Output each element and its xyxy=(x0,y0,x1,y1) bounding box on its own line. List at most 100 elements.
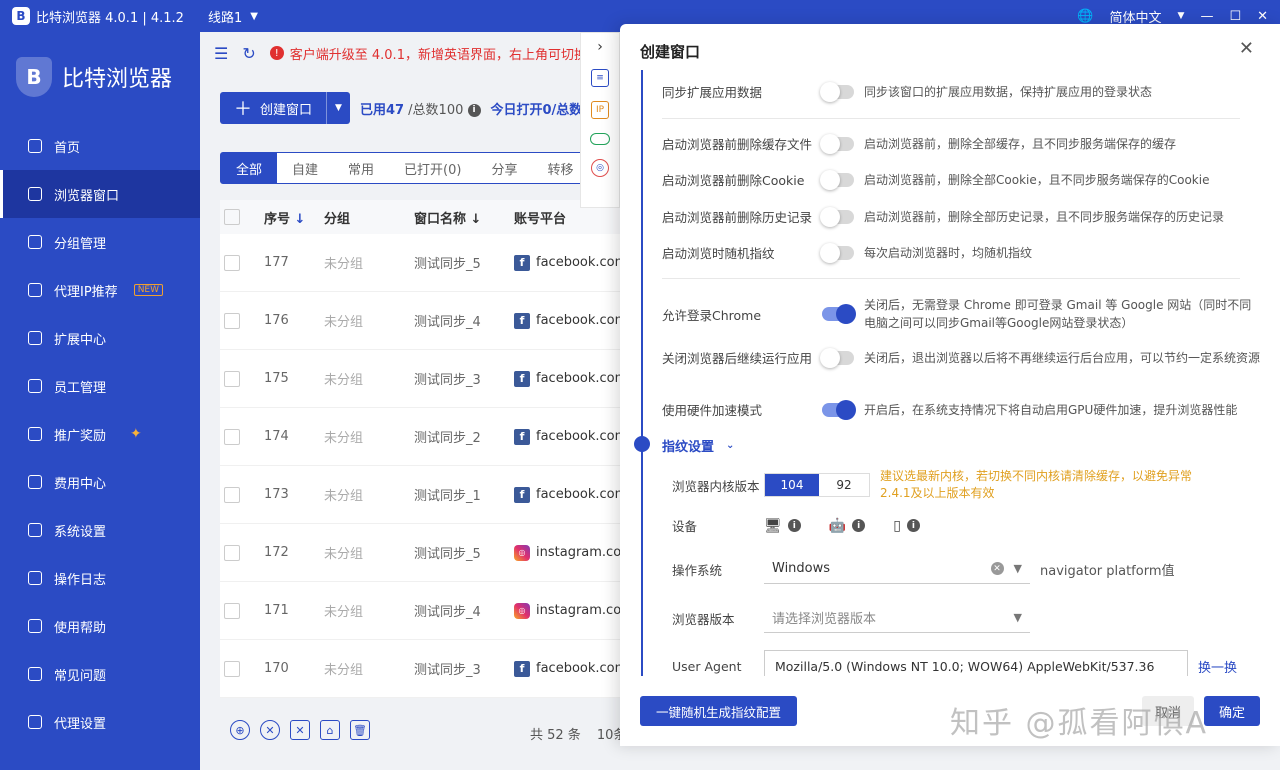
toggle-switch[interactable] xyxy=(820,81,854,102)
sidebar-item-proxy-ip[interactable]: 代理IP推荐 NEW xyxy=(0,266,200,314)
open-icon[interactable]: ⊕ xyxy=(230,720,250,740)
device-ios[interactable]: ▯ i xyxy=(893,518,920,534)
toggle-switch[interactable] xyxy=(820,206,854,227)
tab-common[interactable]: 常用 xyxy=(333,153,389,183)
sidebar-item-proxy-settings[interactable]: 代理设置 xyxy=(0,698,200,746)
create-window-button[interactable]: ＋ 创建窗口 ▼ xyxy=(220,92,350,124)
kernel-label: 浏览器内核版本 xyxy=(672,478,760,494)
row-group: 未分组 xyxy=(324,547,364,562)
chevron-down-icon[interactable]: ▼ xyxy=(1178,11,1185,21)
clear-icon[interactable]: ✕ xyxy=(290,720,310,740)
header-no[interactable]: 序号 ↓ xyxy=(264,208,324,227)
sidebar-item-groups[interactable]: 分组管理 xyxy=(0,218,200,266)
toolbar: ＋创建窗口 ▼ 已用47 /总数100 i 今日打开0/总数10 xyxy=(220,92,600,124)
chevron-right-icon[interactable]: › xyxy=(597,39,603,55)
row-checkbox[interactable] xyxy=(224,486,240,503)
sidebar-item-label: 代理设置 xyxy=(54,716,107,732)
row-checkbox[interactable] xyxy=(224,660,240,677)
toggle-switch[interactable] xyxy=(820,133,854,154)
instagram-icon: ◎ xyxy=(514,602,530,619)
close-icon[interactable]: ✕ xyxy=(1239,38,1254,59)
collapse-menu-icon[interactable]: ☰ xyxy=(214,44,228,63)
chevron-down-icon[interactable]: ▼ xyxy=(326,92,350,124)
user-agent-switch-link[interactable]: 换一换 xyxy=(1198,657,1237,676)
select-all-checkbox[interactable] xyxy=(224,209,240,225)
facebook-icon: f xyxy=(514,312,530,329)
sidebar-item-label: 首页 xyxy=(54,140,81,156)
trash-icon[interactable]: 🗑 xyxy=(350,720,370,740)
close-window-icon[interactable]: ✕ xyxy=(1257,9,1268,24)
toggle-switch[interactable] xyxy=(820,242,854,263)
message-icon[interactable]: ≡ xyxy=(591,69,609,87)
info-icon[interactable]: i xyxy=(467,103,481,117)
device-android[interactable]: 🤖 i xyxy=(829,518,866,534)
chat-icon xyxy=(28,667,42,681)
sidebar-item-help[interactable]: 使用帮助 xyxy=(0,602,200,650)
browser-version-select[interactable]: 请选择浏览器版本 ▼ xyxy=(764,603,1030,633)
sidebar-item-home[interactable]: 首页 xyxy=(0,122,200,170)
sidebar-item-rewards[interactable]: 推广奖励 ✦ xyxy=(0,410,200,458)
info-icon: i xyxy=(787,519,801,532)
row-no: 175 xyxy=(264,371,289,386)
kernel-version-field: 浏览器内核版本 104 92 建议选最新内核，若切换不同内核请清除缓存，以避免异… xyxy=(672,468,1192,502)
tab-shared[interactable]: 分享 xyxy=(476,153,532,183)
chevron-down-icon[interactable]: ▼ xyxy=(1014,562,1022,575)
create-window-label: 创建窗口 xyxy=(260,102,313,118)
row-group: 未分组 xyxy=(324,663,364,678)
toggle-switch[interactable] xyxy=(820,169,854,190)
row-checkbox[interactable] xyxy=(224,544,240,561)
tab-opened[interactable]: 已打开(0) xyxy=(389,153,476,183)
kernel-option-104[interactable]: 104 xyxy=(765,474,819,496)
sidebar-item-settings[interactable]: 系统设置 xyxy=(0,506,200,554)
sidebar-item-billing[interactable]: 费用中心 xyxy=(0,458,200,506)
sidebar-item-faq[interactable]: 常见问题 xyxy=(0,650,200,698)
generate-fingerprint-button[interactable]: 一键随机生成指纹配置 xyxy=(640,696,798,726)
row-checkbox[interactable] xyxy=(224,428,240,445)
sidebar-item-extensions[interactable]: 扩展中心 xyxy=(0,314,200,362)
route-selector[interactable]: 线路1 xyxy=(208,7,242,26)
tab-self-built[interactable]: 自建 xyxy=(277,153,333,183)
sidebar-item-browser-windows[interactable]: 浏览器窗口 xyxy=(0,170,200,218)
setting-clear-history: 启动浏览器前删除历史记录 启动浏览器前，删除全部历史记录，且不同步服务端保存的历… xyxy=(662,206,1260,227)
filter-tabs: 全部 自建 常用 已打开(0) 分享 转移 xyxy=(220,152,590,184)
shield-icon xyxy=(28,475,42,489)
pager: 共 52 条 10条/ xyxy=(530,724,631,743)
toggle-switch[interactable] xyxy=(820,347,854,368)
row-checkbox[interactable] xyxy=(224,312,240,329)
user-agent-label: User Agent xyxy=(672,658,742,674)
fingerprint-section-toggle[interactable]: 指纹设置 ⌄ xyxy=(662,436,734,455)
toggle-icon[interactable] xyxy=(590,133,610,145)
row-checkbox[interactable] xyxy=(224,602,240,619)
clear-icon[interactable]: ✕ xyxy=(990,562,1004,575)
chevron-down-icon[interactable]: ▼ xyxy=(250,11,258,22)
kernel-option-92[interactable]: 92 xyxy=(819,474,869,496)
device-desktop[interactable]: 🖥 i xyxy=(764,518,801,534)
os-select[interactable]: Windows ✕ ▼ xyxy=(764,554,1030,584)
close-icon[interactable]: ✕ xyxy=(260,720,280,740)
ok-button[interactable]: 确定 xyxy=(1204,696,1260,726)
maximize-icon[interactable]: ☐ xyxy=(1229,9,1241,24)
fingerprint-icon[interactable]: ◎ xyxy=(591,159,609,177)
row-checkbox[interactable] xyxy=(224,254,240,271)
row-checkbox[interactable] xyxy=(224,370,240,387)
row-group: 未分组 xyxy=(324,431,364,446)
sidebar-item-logs[interactable]: 操作日志 xyxy=(0,554,200,602)
ip-icon[interactable]: IP xyxy=(591,101,609,119)
brand-logo-icon: B xyxy=(16,57,52,97)
chevron-down-icon[interactable]: ▼ xyxy=(1014,611,1022,624)
sidebar-item-label: 常见问题 xyxy=(54,668,107,684)
minimize-icon[interactable]: — xyxy=(1200,9,1213,24)
archive-icon[interactable]: ⌂ xyxy=(320,720,340,740)
header-name[interactable]: 窗口名称 ↓ xyxy=(414,208,514,227)
device-field: 设备 🖥 i 🤖 i ▯ i xyxy=(672,516,948,535)
sidebar-item-staff[interactable]: 员工管理 xyxy=(0,362,200,410)
toggle-switch[interactable] xyxy=(822,399,856,420)
row-group: 未分组 xyxy=(324,257,364,272)
row-group: 未分组 xyxy=(324,489,364,504)
language-selector[interactable]: 简体中文 xyxy=(1110,7,1162,26)
refresh-icon[interactable]: ↻ xyxy=(242,44,255,63)
puzzle-icon xyxy=(28,331,42,345)
globe-icon[interactable]: 🌐 xyxy=(1077,9,1093,24)
toggle-switch[interactable] xyxy=(822,304,856,324)
tab-all[interactable]: 全部 xyxy=(221,153,278,183)
